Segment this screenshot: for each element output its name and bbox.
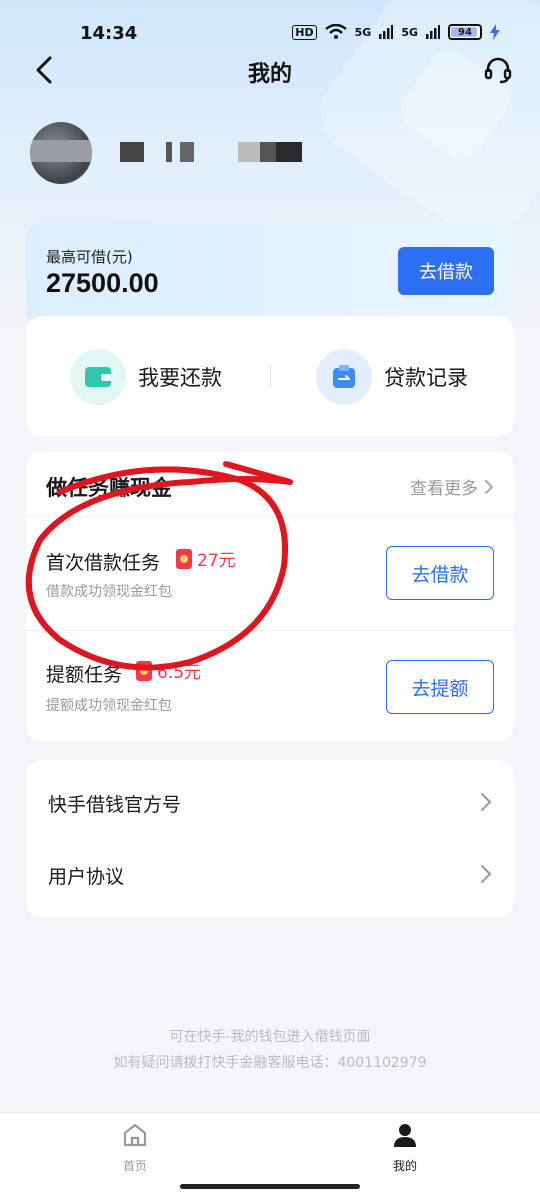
- borrow-button[interactable]: 去借款: [398, 247, 494, 295]
- footer-note-1: 可在快手-我的钱包进入借钱页面: [169, 1029, 371, 1045]
- see-more-label: 查看更多: [410, 479, 478, 499]
- loan-records-action[interactable]: 贷款记录: [316, 348, 468, 406]
- battery-icon: 94: [448, 24, 482, 40]
- task-subtitle: 借款成功领现金红包: [46, 584, 172, 600]
- menu-item-label: 用户协议: [48, 865, 125, 888]
- record-icon: [333, 365, 355, 388]
- tasks-heading: 做任务赚现金: [46, 476, 172, 500]
- repay-action[interactable]: 我要还款: [70, 348, 222, 406]
- menu-item-label: 快手借钱官方号: [48, 793, 182, 816]
- loan-records-label: 贷款记录: [384, 366, 468, 390]
- tab-profile[interactable]: 我的: [365, 1121, 445, 1174]
- wifi-icon: [324, 24, 347, 39]
- headset-icon: [484, 57, 512, 84]
- footer-notes: 可在快手-我的钱包进入借钱页面 如有疑问请拨打快手金融客服电话：40011029…: [0, 1024, 540, 1076]
- limit-amount: 27500.00: [46, 268, 159, 298]
- tab-home[interactable]: 首页: [95, 1121, 175, 1174]
- repay-label: 我要还款: [138, 366, 222, 390]
- menu-card: 快手借钱官方号 用户协议: [26, 760, 514, 918]
- task-reward: 6.5元: [157, 663, 202, 683]
- tab-home-label: 首页: [122, 1159, 147, 1173]
- task-subtitle: 提额成功领现金红包: [46, 698, 172, 714]
- red-envelope-icon: [136, 660, 152, 681]
- chevron-right-icon: [481, 793, 492, 811]
- status-time: 14:34: [80, 23, 138, 44]
- page-title: 我的: [247, 62, 292, 87]
- user-profile-row[interactable]: [30, 122, 510, 186]
- avatar[interactable]: [30, 122, 92, 184]
- battery-level: 94: [458, 26, 472, 38]
- home-indicator: [180, 1184, 360, 1189]
- profile-icon: [394, 1124, 416, 1147]
- footer-note-2: 如有疑问请拨打快手金融客服电话：4001102979: [113, 1055, 427, 1071]
- credit-limit-card: 最高可借(元) 27500.00 去借款: [26, 222, 514, 328]
- task-raise-limit-button[interactable]: 去提额: [386, 660, 494, 714]
- tab-profile-label: 我的: [392, 1159, 417, 1173]
- signal-5g-1: 5G: [354, 25, 372, 39]
- task-reward-badge: 27元: [176, 546, 236, 571]
- chevron-right-icon: [485, 479, 494, 494]
- quick-actions-card: 我要还款 贷款记录: [26, 316, 514, 436]
- tasks-card: 做任务赚现金 查看更多 首次借款任务 27元 借款成功领现金红包 去借款 提额任…: [26, 452, 514, 742]
- home-icon: [123, 1123, 147, 1147]
- limit-label: 最高可借(元): [46, 248, 133, 266]
- signal-bars-icon: [379, 25, 394, 39]
- signal-bars-icon-2: [426, 25, 440, 39]
- status-icons: HD 5G 5G 94: [292, 24, 500, 40]
- signal-5g-2: 5G: [401, 25, 418, 39]
- wallet-icon: [85, 367, 111, 387]
- task-reward: 27元: [197, 551, 236, 571]
- title-bar: 我的: [0, 50, 540, 90]
- charging-icon: [490, 24, 500, 40]
- task-title: 提额任务: [46, 664, 123, 686]
- task-reward-badge: 6.5元: [136, 658, 201, 683]
- see-more-link[interactable]: 查看更多: [410, 474, 494, 499]
- task-borrow-button[interactable]: 去借款: [386, 546, 494, 600]
- masked-username: [120, 142, 144, 162]
- menu-item-official-account[interactable]: 快手借钱官方号: [26, 768, 514, 838]
- menu-item-user-agreement[interactable]: 用户协议: [26, 840, 514, 910]
- task-title: 首次借款任务: [46, 552, 161, 574]
- hd-indicator: HD: [292, 24, 317, 40]
- chevron-right-icon: [481, 865, 492, 883]
- red-envelope-icon: [176, 548, 192, 569]
- customer-service-button[interactable]: [480, 52, 516, 88]
